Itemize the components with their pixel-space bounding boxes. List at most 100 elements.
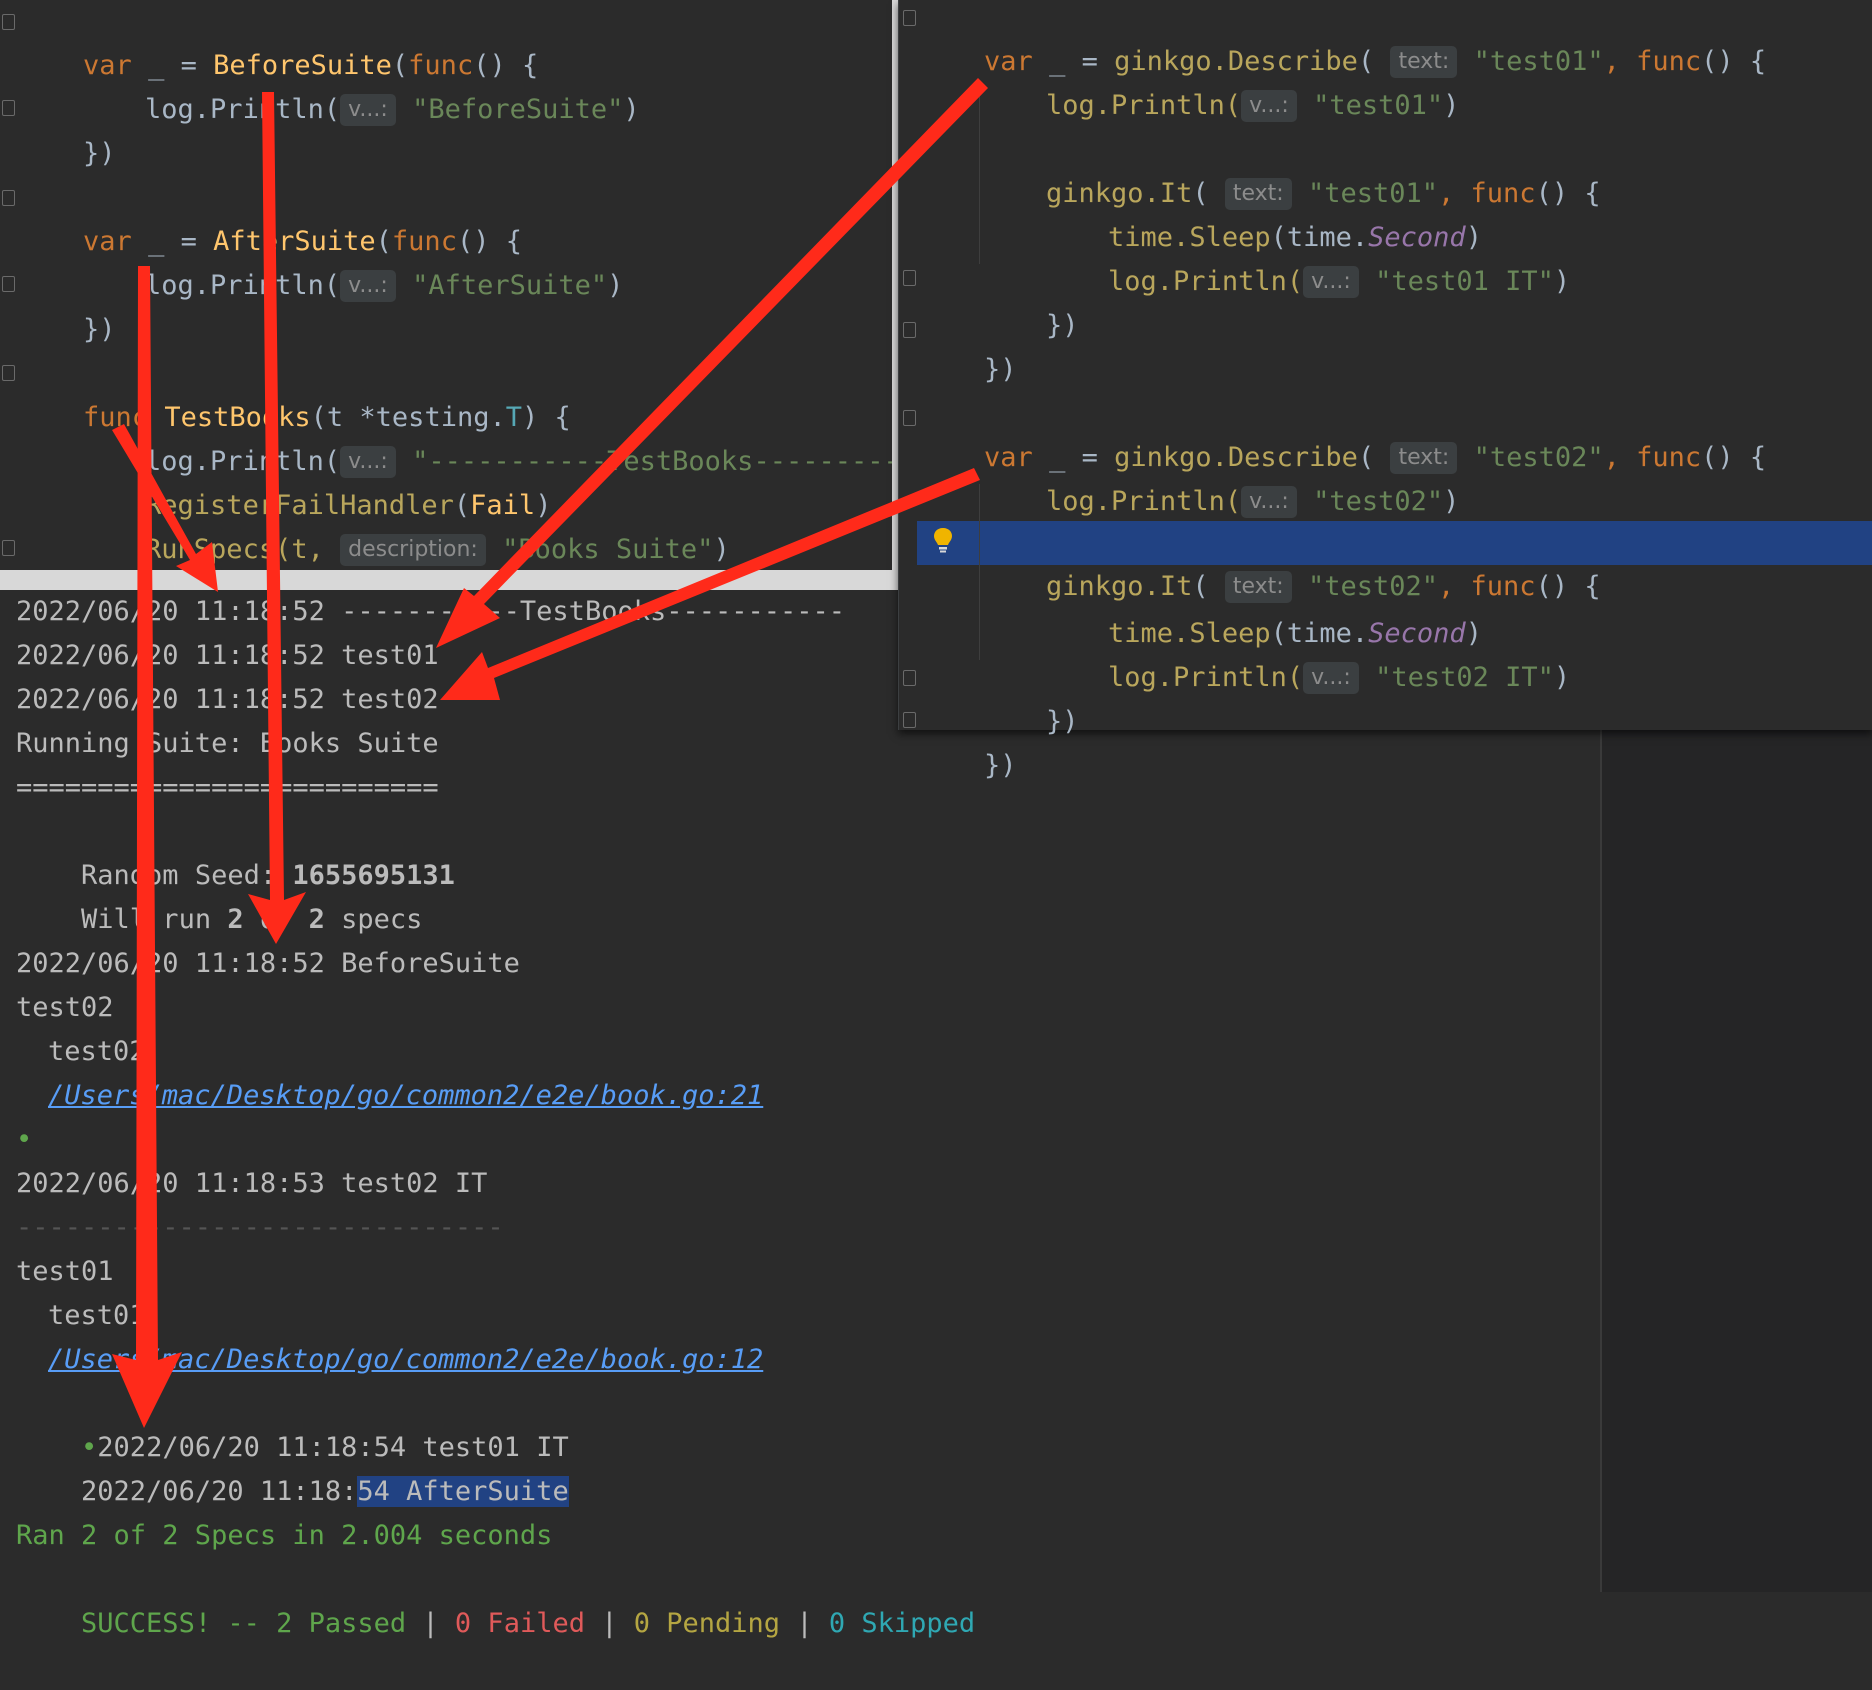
console-line: test02 (16, 992, 114, 1023)
code-line[interactable]: } (18, 528, 99, 609)
indent-guide (979, 484, 980, 660)
console-line: 2022/06/20 11:18:52 test02 (16, 684, 439, 715)
code-line[interactable]: log.Println(v...: "test02") (981, 436, 1459, 518)
source-link[interactable]: /Users/mac/Desktop/go/common2/e2e/book.g… (48, 1074, 763, 1118)
code-line[interactable]: time.Sleep(time.Second) (1043, 568, 1482, 649)
code-line[interactable]: log.Println(v...: "AfterSuite") (80, 220, 623, 302)
code-line[interactable]: RegisterFailHandler(Fail) (80, 440, 551, 521)
code-line[interactable]: var _ = AfterSuite(func() { (18, 176, 522, 257)
code-text: ) (1553, 266, 1571, 297)
console-result: SUCCESS! -- 2 Passed | 0 Failed | 0 Pend… (16, 1558, 975, 1639)
fold-marker-icon[interactable] (2, 190, 15, 206)
code-text: log.Println( (145, 270, 341, 301)
code-text: log.Println( (1046, 90, 1242, 121)
left-code-editor[interactable]: var _ = BeforeSuite(func() { log.Println… (0, 0, 965, 609)
pane-divider (0, 570, 898, 590)
source-link[interactable]: /Users/mac/Desktop/go/common2/e2e/book.g… (48, 1338, 763, 1382)
console-text: 2 (227, 904, 244, 935)
parameter-hint: v...: (1241, 486, 1297, 518)
console-line: Will run 2 of 2 specs (16, 854, 422, 935)
string-literal: "test01 IT" (1375, 266, 1554, 297)
parameter-hint: v...: (340, 94, 396, 126)
console-line: test01 (16, 1256, 114, 1287)
passed-count: SUCCESS! -- 2 Passed (81, 1608, 407, 1639)
code-line[interactable]: }) (919, 304, 1017, 385)
fold-marker-icon[interactable] (2, 365, 15, 381)
string-literal: "Books Suite" (502, 534, 714, 565)
fold-marker-icon[interactable] (903, 410, 916, 426)
code-line[interactable]: var _ = BeforeSuite(func() { (18, 0, 538, 81)
code-line[interactable]: }) (919, 700, 1017, 781)
code-text: log.Println( (145, 94, 341, 125)
pending-count: 0 Pending (633, 1608, 781, 1639)
parameter-hint: v...: (1241, 90, 1297, 122)
code-text: }) (1046, 310, 1079, 341)
code-text: }) (1046, 706, 1079, 737)
console-summary: Ran 2 of 2 Specs in 2.004 seconds (16, 1520, 553, 1551)
console-line: •2022/06/20 11:18:54 test01 IT (16, 1382, 569, 1463)
parameter-hint: v...: (1303, 662, 1359, 694)
code-text: () { (1535, 178, 1601, 209)
code-text: RunSpecs(t, (145, 534, 341, 565)
console-line: Running Suite: Books Suite (16, 728, 439, 759)
code-line[interactable]: ginkgo.It( text: "test01", func() { (981, 128, 1601, 210)
console-text: | (406, 1608, 455, 1639)
code-line[interactable]: RunSpecs(t, description: "Books Suite") (80, 484, 730, 566)
code-line[interactable]: }) (981, 260, 1079, 341)
code-line[interactable]: log.Println(v...: "test01 IT") (1043, 216, 1570, 298)
console-text: | (780, 1608, 829, 1639)
side-panel-area (1600, 730, 1872, 1592)
console-line: 2022/06/20 11:18:53 test02 IT (16, 1168, 488, 1199)
fold-marker-icon[interactable] (2, 540, 15, 556)
code-line[interactable]: log.Println(v...: "-----------TestBooks-… (80, 396, 965, 478)
parameter-hint: v...: (340, 270, 396, 302)
right-code-editor[interactable]: var _ = ginkgo.Describe( text: "test01",… (898, 0, 1872, 781)
code-text: ) (1553, 662, 1571, 693)
fold-marker-icon[interactable] (903, 10, 916, 26)
console-text: of (243, 904, 309, 935)
separator-line: ------------------------------ (16, 1212, 504, 1243)
console-text: specs (324, 904, 423, 935)
fold-marker-icon[interactable] (2, 276, 15, 292)
console-line: test01 (48, 1300, 146, 1331)
fold-marker-icon[interactable] (903, 670, 916, 686)
code-line[interactable]: }) (18, 264, 116, 345)
fold-marker-icon[interactable] (903, 270, 916, 286)
console-text: Will run (81, 904, 228, 935)
code-line[interactable]: log.Println(v...: "test01") (981, 40, 1459, 122)
string-literal: "BeforeSuite" (412, 94, 624, 125)
string-literal: "AfterSuite" (412, 270, 608, 301)
code-line[interactable]: time.Sleep(time.Second) (1043, 172, 1482, 253)
code-text: () { (1535, 571, 1601, 602)
code-line[interactable]: log.Println(v...: "BeforeSuite") (80, 44, 640, 126)
code-text: () { (1701, 46, 1767, 77)
code-text: , (1603, 46, 1637, 77)
code-text: log.Println( (1046, 486, 1242, 517)
fold-marker-icon[interactable] (2, 100, 15, 116)
fold-marker-icon[interactable] (903, 712, 916, 728)
lightbulb-icon[interactable] (933, 526, 953, 554)
code-line[interactable]: }) (981, 656, 1079, 737)
code-text: log.Println( (1108, 662, 1304, 693)
console-line: 2022/06/20 11:18:52 BeforeSuite (16, 948, 520, 979)
code-line[interactable]: var _ = ginkgo.Describe( text: "test02",… (919, 392, 1766, 474)
run-console-output[interactable]: 2022/06/20 11:18:52 -----------TestBooks… (0, 590, 1600, 1639)
code-line-current[interactable]: ginkgo.It( text: "test02", func() { (981, 521, 1601, 603)
code-text: ) (1443, 486, 1460, 517)
fold-marker-icon[interactable] (903, 322, 916, 338)
code-line[interactable]: var _ = ginkgo.Describe( text: "test01",… (919, 0, 1766, 78)
console-line: 2022/06/20 11:18:52 test01 (16, 640, 439, 671)
console-line: 2022/06/20 11:18:54 AfterSuite (16, 1426, 569, 1507)
fold-marker-icon[interactable] (2, 14, 15, 30)
code-line[interactable]: }) (18, 88, 116, 169)
code-text: ) (623, 94, 640, 125)
console-line: ========================== (16, 772, 439, 803)
console-line: 2022/06/20 11:18:52 -----------TestBooks… (16, 596, 846, 627)
code-line[interactable]: func TestBooks(t *testing.T) { (18, 352, 571, 433)
code-line[interactable]: log.Println(v...: "test02 IT") (1043, 612, 1570, 694)
code-text: , (1603, 442, 1637, 473)
code-text: ) (1443, 90, 1460, 121)
console-line: • (16, 1124, 33, 1155)
console-line: test02 (48, 1036, 146, 1067)
console-text: | (584, 1608, 634, 1639)
